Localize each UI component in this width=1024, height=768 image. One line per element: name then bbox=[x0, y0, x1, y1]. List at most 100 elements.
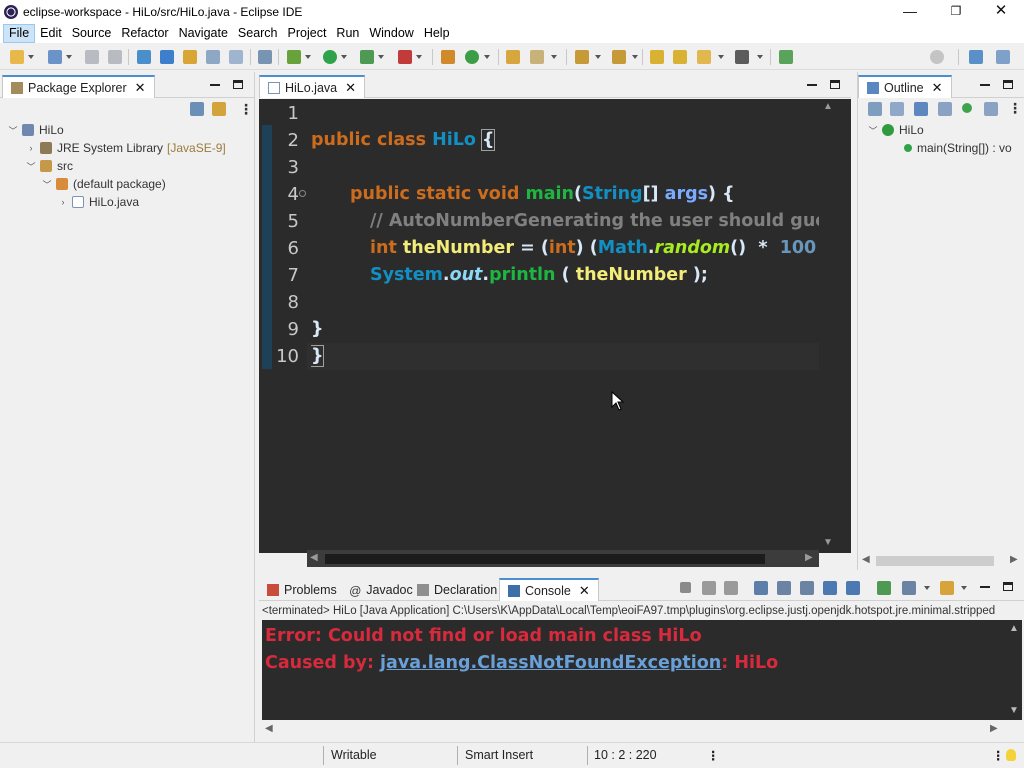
scroll-left-icon[interactable]: ◀ bbox=[862, 554, 870, 565]
open-type-icon[interactable] bbox=[506, 50, 520, 64]
link-with-editor-icon[interactable] bbox=[212, 102, 226, 116]
chevron-down-icon[interactable]: ﹀ bbox=[868, 124, 878, 137]
maximize-panel-button[interactable] bbox=[233, 80, 243, 89]
menu-edit[interactable]: Edit bbox=[35, 24, 67, 43]
menu-file[interactable]: File bbox=[3, 24, 36, 43]
last-edit-location-icon[interactable] bbox=[650, 50, 664, 64]
close-icon[interactable]: ✕ bbox=[579, 583, 590, 599]
chevron-down-icon[interactable] bbox=[28, 55, 34, 59]
hide-local-types-icon[interactable] bbox=[984, 102, 998, 116]
minimize-panel-button[interactable] bbox=[210, 84, 220, 86]
chevron-down-icon[interactable] bbox=[718, 55, 724, 59]
terminate-icon[interactable] bbox=[680, 582, 691, 593]
status-handle-icon[interactable]: ⋮ bbox=[707, 748, 720, 763]
menu-project[interactable]: Project bbox=[283, 24, 332, 43]
collapse-all-icon[interactable] bbox=[868, 102, 882, 116]
tab-declaration[interactable]: Declaration bbox=[409, 578, 505, 601]
mark-occurrences-icon[interactable] bbox=[160, 50, 174, 64]
chevron-down-icon[interactable] bbox=[378, 55, 384, 59]
coverage-icon[interactable] bbox=[360, 50, 374, 64]
display-console-icon[interactable] bbox=[902, 581, 916, 595]
java-perspective-icon[interactable] bbox=[996, 50, 1010, 64]
show-whitespace-icon[interactable] bbox=[229, 50, 243, 64]
view-menu-icon[interactable]: ⋮ bbox=[1008, 100, 1022, 117]
menu-navigate[interactable]: Navigate bbox=[174, 24, 233, 43]
scroll-right-icon[interactable]: ▶ bbox=[805, 552, 813, 563]
sort-icon[interactable] bbox=[890, 102, 904, 116]
maximize-button[interactable]: ❐ bbox=[933, 0, 979, 24]
console-vertical-scrollbar[interactable]: ▲ ▼ bbox=[1005, 620, 1022, 720]
console-horizontal-scrollbar[interactable]: ◀ ▶ bbox=[262, 721, 1022, 738]
chevron-down-icon[interactable] bbox=[341, 55, 347, 59]
menu-source[interactable]: Source bbox=[67, 24, 117, 43]
chevron-down-icon[interactable] bbox=[551, 55, 557, 59]
maximize-panel-button[interactable] bbox=[1003, 582, 1013, 591]
fold-toggle-icon[interactable] bbox=[299, 190, 306, 197]
lightbulb-icon[interactable] bbox=[1006, 749, 1016, 761]
chevron-down-icon[interactable]: ﹀ bbox=[42, 178, 52, 191]
chevron-down-icon[interactable] bbox=[595, 55, 601, 59]
word-wrap-icon[interactable] bbox=[206, 50, 220, 64]
status-handle-icon[interactable]: ⋮ bbox=[992, 748, 1005, 763]
tree-item-jre-library[interactable]: › JRE System Library [JavaSE-9] bbox=[26, 139, 226, 157]
close-window-button[interactable]: ✕ bbox=[978, 0, 1024, 24]
outline-item-method[interactable]: main(String[]) : vo bbox=[904, 139, 1012, 157]
exception-link[interactable]: java.lang.ClassNotFoundException bbox=[380, 653, 721, 673]
save-icon[interactable] bbox=[85, 50, 99, 64]
hide-fields-icon[interactable] bbox=[914, 102, 928, 116]
scroll-right-icon[interactable]: ▶ bbox=[1010, 554, 1018, 565]
previous-annotation-icon[interactable] bbox=[612, 50, 626, 64]
chevron-down-icon[interactable] bbox=[924, 586, 930, 590]
scrollbar-thumb[interactable] bbox=[325, 554, 765, 564]
word-wrap-icon[interactable] bbox=[800, 581, 814, 595]
tree-item-project[interactable]: ﹀ HiLo bbox=[8, 121, 63, 139]
collapse-all-icon[interactable] bbox=[190, 102, 204, 116]
menu-run[interactable]: Run bbox=[331, 24, 364, 43]
menu-help[interactable]: Help bbox=[419, 24, 455, 43]
tree-item-default-package[interactable]: ﹀ (default package) bbox=[42, 175, 165, 193]
menu-search[interactable]: Search bbox=[233, 24, 283, 43]
editor-vertical-scrollbar[interactable]: ▲ ▼ bbox=[819, 99, 836, 553]
open-console-icon[interactable] bbox=[940, 581, 954, 595]
clear-console-icon[interactable] bbox=[754, 581, 768, 595]
minimize-panel-button[interactable] bbox=[980, 586, 990, 588]
menu-refactor[interactable]: Refactor bbox=[116, 24, 173, 43]
menu-window[interactable]: Window bbox=[364, 24, 418, 43]
scroll-left-icon[interactable]: ◀ bbox=[265, 723, 273, 734]
show-on-output-icon[interactable] bbox=[823, 581, 837, 595]
chevron-down-icon[interactable] bbox=[484, 55, 490, 59]
run-icon[interactable] bbox=[323, 50, 337, 64]
hide-non-public-icon[interactable] bbox=[962, 103, 972, 113]
tab-outline[interactable]: Outline ✕ bbox=[858, 75, 952, 98]
search-icon[interactable] bbox=[930, 50, 944, 64]
outline-item-class[interactable]: ﹀ HiLo bbox=[868, 121, 923, 139]
chevron-right-icon[interactable]: › bbox=[58, 197, 68, 207]
chevron-down-icon[interactable] bbox=[632, 55, 638, 59]
tab-package-explorer[interactable]: Package Explorer ✕ bbox=[2, 75, 155, 98]
chevron-down-icon[interactable] bbox=[66, 55, 72, 59]
tab-problems[interactable]: Problems bbox=[259, 578, 345, 601]
tab-console[interactable]: Console ✕ bbox=[499, 578, 599, 601]
chevron-down-icon[interactable]: ﹀ bbox=[8, 124, 18, 137]
save-all-icon[interactable] bbox=[108, 50, 122, 64]
minimize-panel-button[interactable] bbox=[980, 84, 990, 86]
debug-icon[interactable] bbox=[287, 50, 301, 64]
scroll-lock-icon[interactable] bbox=[777, 581, 791, 595]
skip-breakpoints-icon[interactable] bbox=[137, 50, 151, 64]
tab-hilo-java[interactable]: HiLo.java ✕ bbox=[259, 75, 366, 98]
chevron-down-icon[interactable] bbox=[416, 55, 422, 59]
remove-launch-icon[interactable] bbox=[702, 581, 716, 595]
open-perspective-icon[interactable] bbox=[969, 50, 983, 64]
pin-console-icon[interactable] bbox=[877, 581, 891, 595]
tree-item-hilo-java[interactable]: › HiLo.java bbox=[58, 193, 140, 211]
show-on-error-icon[interactable] bbox=[846, 581, 860, 595]
new-java-class-icon[interactable] bbox=[465, 50, 479, 64]
tree-item-src[interactable]: ﹀ src bbox=[26, 157, 73, 175]
maximize-panel-button[interactable] bbox=[1003, 80, 1013, 89]
remove-all-terminated-icon[interactable] bbox=[724, 581, 738, 595]
scroll-up-icon[interactable]: ▲ bbox=[823, 101, 833, 112]
close-icon[interactable]: ✕ bbox=[345, 80, 356, 96]
new-project-icon[interactable] bbox=[48, 50, 62, 64]
forward-edit-icon[interactable] bbox=[673, 50, 687, 64]
minimize-panel-button[interactable] bbox=[807, 84, 817, 86]
